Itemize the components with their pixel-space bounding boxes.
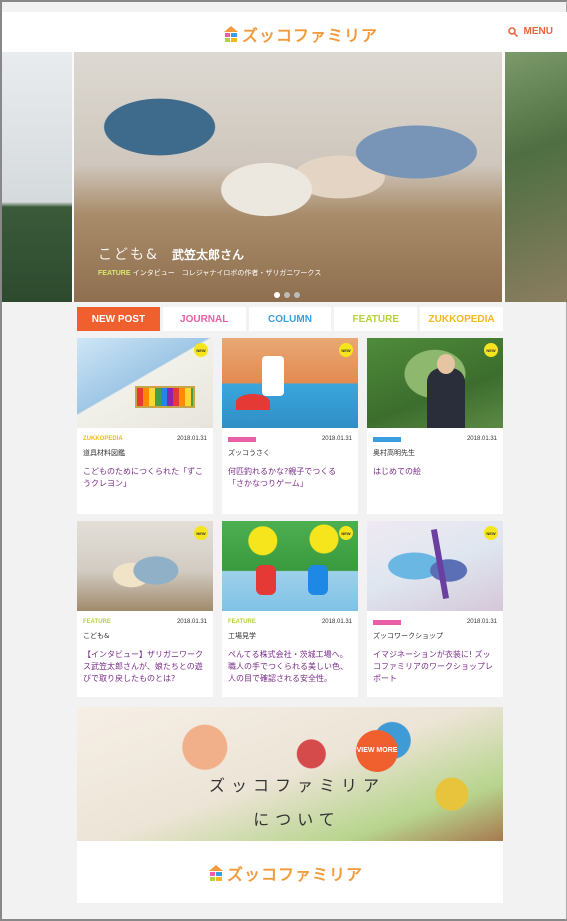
card-title[interactable]: イマジネーションが衣装に! ズッコファミリアのワークショップレポート — [367, 641, 503, 693]
tab-journal[interactable]: JOURNAL — [162, 307, 246, 331]
octopus-image — [236, 394, 270, 410]
article-card[interactable]: NEW FEATURE 2018.01.31 工場見学 ぺんてる株式会社・茨城工場… — [222, 521, 358, 697]
portrait-image — [427, 368, 465, 428]
footer-logo-text: ズッコファミリア — [227, 865, 364, 884]
hero-next-slide[interactable] — [505, 52, 567, 302]
article-thumbnail[interactable]: NEW — [77, 521, 213, 611]
tab-feature[interactable]: FEATURE — [334, 307, 418, 331]
card-title[interactable]: 【インタビュー】ザリガニワークス武笠太郎さんが、娘たちとの遊びで取り戻したものと… — [77, 641, 213, 693]
slider-dot[interactable] — [284, 292, 290, 298]
crayon-box-image — [135, 386, 195, 408]
card-category[interactable]: FEATURE — [228, 619, 256, 625]
hero-prev-slide[interactable] — [2, 52, 72, 302]
hero-slider[interactable]: こども& 武笠太郎さん FEATURE インタビュー コレジャナイロボの作者・ザ… — [2, 52, 567, 302]
brush-image — [430, 529, 450, 599]
slider-dot[interactable] — [274, 292, 280, 298]
card-series: 道具材料図鑑 — [83, 449, 125, 457]
card-category-bar — [228, 436, 256, 442]
card-date: 2018.01.31 — [321, 436, 352, 442]
about-line-2: について — [253, 809, 341, 829]
card-date: 2018.01.31 — [176, 436, 207, 442]
card-title[interactable]: はじめての絵 — [367, 458, 503, 486]
portrait-face — [437, 354, 455, 374]
hero-brand: こども& — [98, 247, 159, 263]
about-banner[interactable]: ズッコファミリア について VIEW MORE ズッコファミリア — [77, 707, 503, 903]
article-card[interactable]: NEW 2018.01.31 ズッコワークショップ イマジネーションが衣装に! … — [367, 521, 503, 697]
hero-caption: こども& 武笠太郎さん FEATURE インタビュー コレジャナイロボの作者・ザ… — [98, 244, 321, 278]
site-logo[interactable]: ズッコファミリア — [224, 22, 378, 46]
card-date: 2018.01.31 — [321, 619, 352, 625]
article-thumbnail[interactable]: NEW — [222, 521, 358, 611]
footer-logo[interactable]: ズッコファミリア — [209, 861, 363, 885]
card-title[interactable]: 何匹釣れるかな?親子でつくる「さかなつりゲーム」 — [222, 458, 358, 498]
card-series: ズッコワークショップ — [373, 632, 443, 640]
article-thumbnail[interactable]: NEW — [367, 338, 503, 428]
new-badge: NEW — [339, 343, 353, 357]
card-series: こども& — [83, 632, 110, 640]
card-category-bar — [373, 436, 401, 442]
site-header: ズッコファミリア MENU — [2, 12, 567, 52]
article-thumbnail[interactable]: NEW — [367, 521, 503, 611]
search-icon — [507, 26, 518, 37]
category-tabs: NEW POST JOURNAL COLUMN FEATURE ZUKKOPED… — [77, 307, 503, 331]
article-card[interactable]: NEW FEATURE 2018.01.31 こども& 【インタビュー】ザリガニワ… — [77, 521, 213, 697]
article-card[interactable]: NEW 2018.01.31 奥村高明先生 はじめての絵 — [367, 338, 503, 514]
card-series: 奥村高明先生 — [373, 449, 415, 457]
card-date: 2018.01.31 — [176, 619, 207, 625]
character-image — [256, 565, 276, 595]
card-title[interactable]: こどものためにつくられた「ずこうクレヨン」 — [77, 458, 213, 498]
character-image — [308, 565, 328, 595]
tab-column[interactable]: COLUMN — [248, 307, 332, 331]
hero-subtitle-text: インタビュー コレジャナイロボの作者・ザリガニワークス — [132, 269, 322, 277]
view-more-button[interactable]: VIEW MORE — [356, 730, 398, 772]
hero-feature-label: FEATURE — [98, 270, 131, 277]
slider-dot[interactable] — [294, 292, 300, 298]
card-title[interactable]: ぺんてる株式会社・茨城工場へ。職人の手でつくられる美しい色、人の目で確認される安… — [222, 641, 358, 693]
paper-craft-image — [262, 356, 284, 396]
article-card[interactable]: NEW 2018.01.31 ズッコうさく 何匹釣れるかな?親子でつくる「さかな… — [222, 338, 358, 514]
card-category[interactable]: FEATURE — [83, 619, 111, 625]
article-thumbnail[interactable]: NEW — [222, 338, 358, 428]
logo-text: ズッコファミリア — [242, 26, 379, 45]
card-series: 工場見学 — [228, 632, 256, 640]
new-badge: NEW — [194, 526, 208, 540]
slider-dots — [274, 292, 300, 298]
new-badge: NEW — [484, 343, 498, 357]
hero-subtitle: FEATURE インタビュー コレジャナイロボの作者・ザリガニワークス — [98, 268, 321, 278]
article-thumbnail[interactable]: NEW — [77, 338, 213, 428]
house-logo-icon — [224, 26, 238, 42]
new-badge: NEW — [339, 526, 353, 540]
about-banner-text: ズッコファミリア について — [209, 769, 385, 836]
card-category[interactable]: ZUKKOPEDIA — [83, 436, 123, 442]
menu-label: MENU — [523, 26, 553, 37]
tab-new-post[interactable]: NEW POST — [77, 307, 160, 331]
article-card[interactable]: NEW ZUKKOPEDIA 2018.01.31 道具材料図鑑 こどものためにつ… — [77, 338, 213, 514]
house-logo-icon — [209, 865, 223, 881]
card-date: 2018.01.31 — [466, 436, 497, 442]
new-badge: NEW — [484, 526, 498, 540]
menu-button[interactable]: MENU — [507, 26, 553, 37]
card-date: 2018.01.31 — [466, 619, 497, 625]
about-line-1: ズッコファミリア — [209, 776, 386, 795]
new-badge: NEW — [194, 343, 208, 357]
card-series: ズッコうさく — [228, 449, 270, 457]
tab-zukkopedia[interactable]: ZUKKOPEDIA — [420, 307, 503, 331]
card-category-bar — [373, 619, 401, 625]
hero-name: 武笠太郎さん — [172, 248, 245, 262]
